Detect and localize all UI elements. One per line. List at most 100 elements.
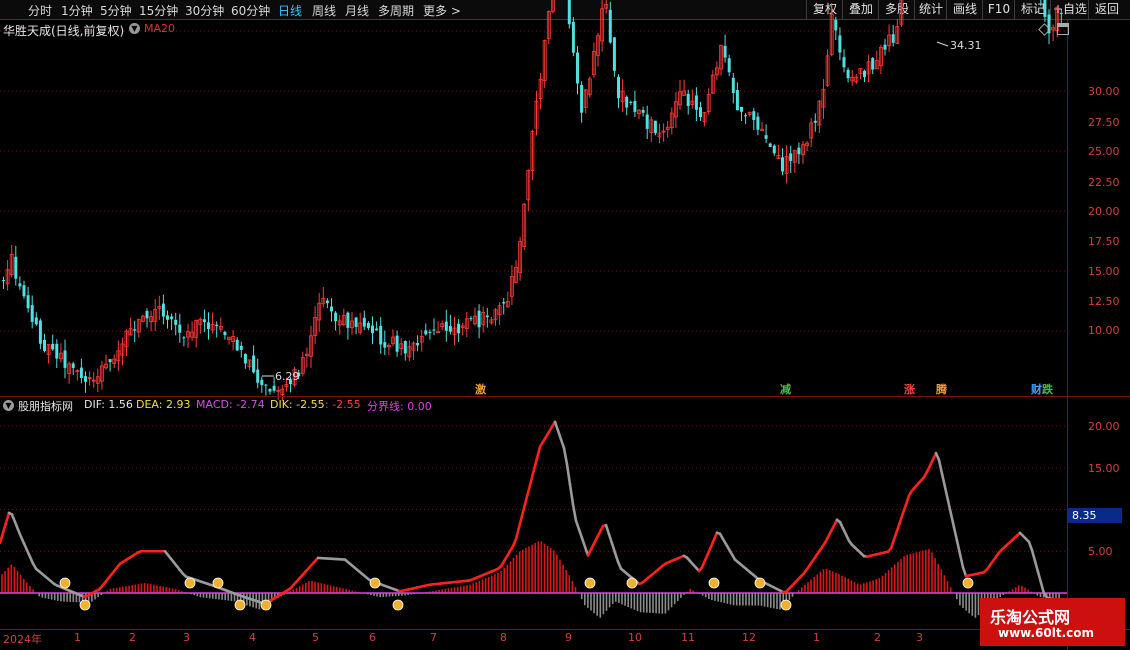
- signal-hand-icon: [962, 577, 974, 589]
- candle-body-down: [846, 69, 850, 79]
- candle-body-down: [34, 317, 38, 325]
- signal-hand-icon: [212, 577, 224, 589]
- candle-body-down: [469, 318, 473, 320]
- x-tick: 12: [742, 631, 756, 644]
- high-arrow: [936, 41, 949, 47]
- dif-line-segment: [952, 526, 959, 542]
- x-tick: 6: [369, 631, 376, 644]
- ma-label[interactable]: MA20: [144, 22, 175, 35]
- candle-body-down: [744, 115, 748, 117]
- candle-body-down: [330, 306, 333, 312]
- signal-hand-icon: [79, 599, 91, 611]
- candle-body-down: [354, 317, 358, 327]
- candle-body-down: [79, 367, 83, 379]
- candle-body-down: [161, 303, 165, 317]
- dif-line-segment: [553, 420, 560, 432]
- candle-body-down: [30, 305, 34, 322]
- candle-body-down: [764, 135, 768, 139]
- candle-body-down: [202, 319, 206, 323]
- candle-body-down: [633, 101, 637, 112]
- candle-body-down: [383, 342, 387, 348]
- dif-line-segment: [580, 536, 587, 549]
- candle-body-down: [567, 0, 571, 25]
- signal-hand-icon: [234, 599, 246, 611]
- chevron-down-icon[interactable]: ▼: [129, 23, 140, 34]
- candle-body-down: [813, 120, 817, 123]
- candle-body-down: [207, 322, 210, 329]
- candle-body-down: [325, 300, 329, 304]
- candle-body-down: [38, 320, 42, 344]
- candle-body-down: [842, 57, 846, 68]
- candle-body-down: [268, 389, 272, 392]
- dif-line-segment: [568, 483, 575, 506]
- event-marker[interactable]: 腾: [935, 381, 948, 397]
- price-tick: 22.50: [1088, 176, 1120, 189]
- dea-value: DEA: 2.93: [136, 398, 191, 411]
- candle-body-down: [1059, 12, 1063, 14]
- dif-line-segment: [571, 503, 578, 523]
- candle-body-down: [608, 9, 612, 43]
- dif-line-segment: [535, 445, 542, 460]
- candle-body-down: [740, 106, 743, 112]
- chevron-down-icon[interactable]: ▼: [3, 400, 14, 411]
- dif-line-segment: [529, 468, 536, 483]
- price-high-label: 34.31: [950, 39, 982, 52]
- candle-body-down: [863, 70, 866, 78]
- candle-body-down: [797, 147, 801, 155]
- candle-body-down: [18, 283, 22, 287]
- signal-hand-icon: [59, 577, 71, 589]
- event-marker[interactable]: 涨: [903, 381, 916, 397]
- x-tick: 3: [183, 631, 190, 644]
- candle-body-down: [502, 302, 506, 304]
- x-tick: 5: [312, 631, 319, 644]
- indicator-current-value: 8.35: [1068, 508, 1122, 523]
- stock-title: 华胜天成(日线,前复权): [3, 24, 125, 38]
- candle-body-down: [260, 379, 264, 386]
- boundary-value: 分界线: 0.00: [367, 400, 432, 413]
- dif-value: DIF: 1.56: [84, 398, 133, 411]
- dif-line-segment: [0, 531, 5, 545]
- candle-body-down: [580, 84, 584, 113]
- chart-canvas[interactable]: [0, 0, 1130, 650]
- candle-body-down: [432, 329, 436, 331]
- candle-body-down: [252, 355, 256, 373]
- maximize-icon[interactable]: [1057, 23, 1069, 35]
- candle-body-down: [22, 285, 26, 297]
- dif-line-segment: [892, 529, 899, 541]
- candle-body-down: [395, 335, 399, 352]
- candle-body-down: [375, 328, 379, 331]
- x-tick: 2024年: [3, 633, 42, 646]
- event-marker[interactable]: 减: [779, 381, 792, 397]
- x-tick: 7: [430, 631, 437, 644]
- price-tick: 30.00: [1088, 85, 1120, 98]
- dif-line-segment: [1033, 559, 1040, 574]
- candle-body-down: [256, 369, 260, 383]
- pane-divider[interactable]: [0, 396, 1130, 397]
- candle-body-down: [26, 295, 30, 309]
- candle-body-down: [215, 324, 219, 327]
- candle-body-down: [145, 310, 149, 319]
- event-marker[interactable]: 激: [474, 381, 487, 397]
- indicator-tick: 20.00: [1088, 420, 1120, 433]
- event-marker[interactable]: 财跌: [1030, 381, 1054, 397]
- signal-hand-icon: [260, 599, 272, 611]
- dif-line-segment: [559, 438, 566, 450]
- signal-hand-icon: [780, 599, 792, 611]
- indicator-name[interactable]: 股朋指标网: [18, 398, 73, 414]
- x-tick: 9: [565, 631, 572, 644]
- candle-body-down: [371, 325, 374, 334]
- candle-body-down: [727, 58, 731, 73]
- candle-body-down: [223, 331, 227, 336]
- x-tick: 11: [681, 631, 695, 644]
- signal-hand-icon: [369, 577, 381, 589]
- candle-body-down: [625, 96, 629, 108]
- price-tick: 10.00: [1088, 324, 1120, 337]
- candle-body-down: [891, 34, 895, 43]
- x-tick: 3: [916, 631, 923, 644]
- dif-line-segment: [604, 523, 611, 536]
- candle-body-down: [571, 21, 575, 53]
- dif-line-segment: [895, 520, 902, 533]
- candle-body-down: [768, 143, 772, 147]
- candle-body-down: [170, 316, 174, 320]
- dif-line-segment: [955, 539, 962, 556]
